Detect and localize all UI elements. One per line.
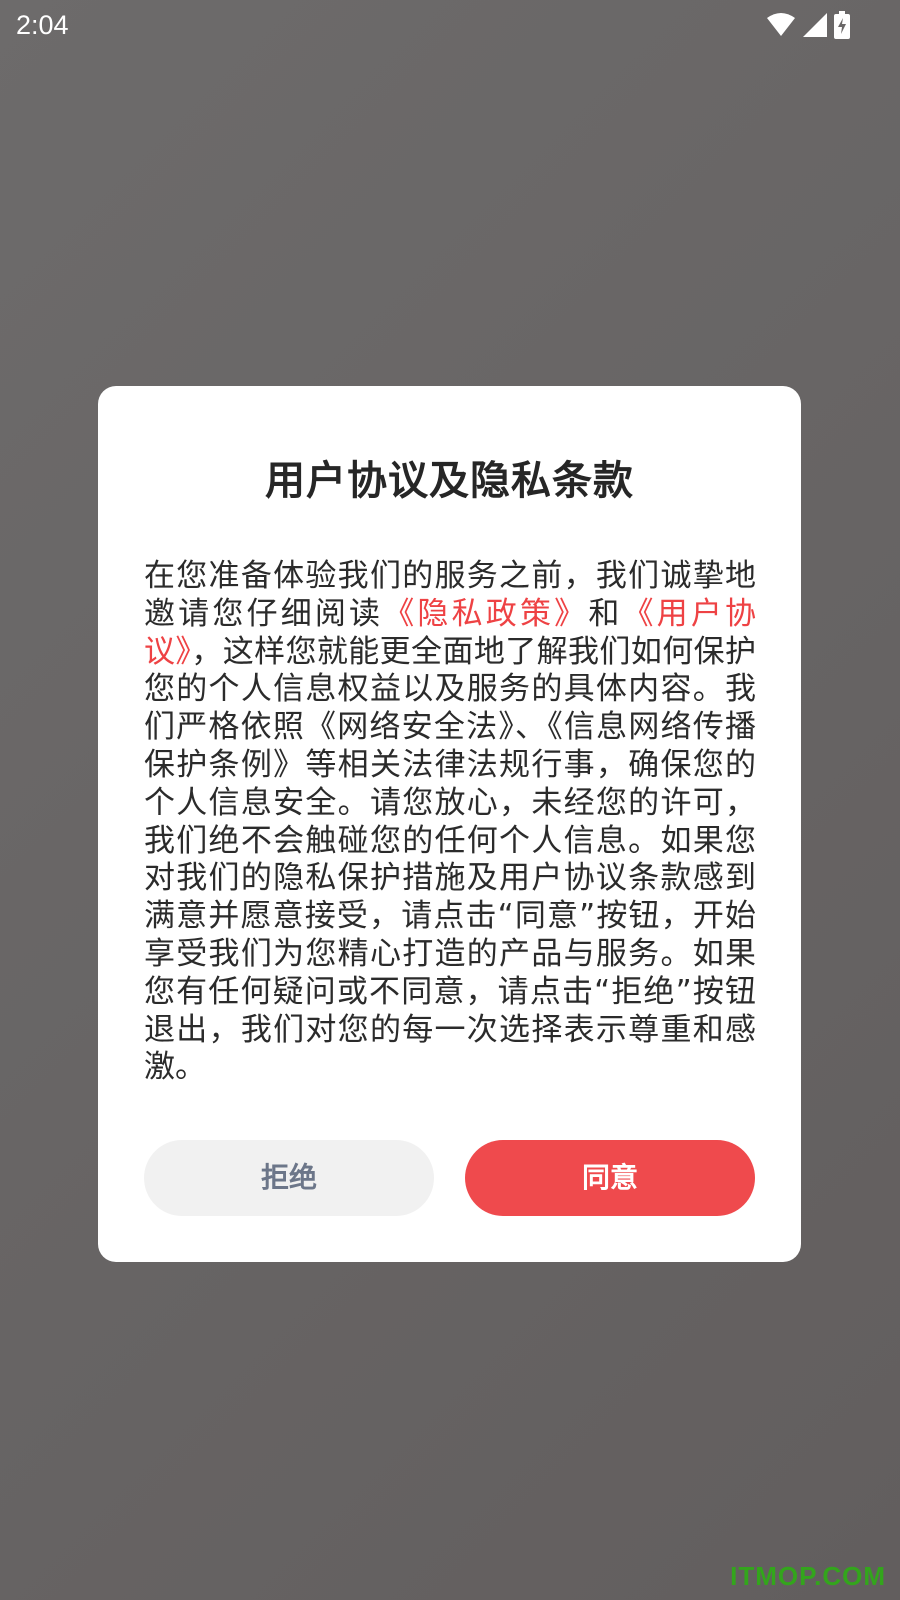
status-bar: 2:04 (0, 0, 900, 50)
dialog-title: 用户协议及隐私条款 (265, 458, 634, 504)
privacy-policy-link[interactable]: 《隐私政策》 (383, 596, 588, 632)
body-text-main: ，这样您就能更全面地了解我们如何保护您的个人信息权益以及服务的具体内容。我们严格… (144, 633, 757, 1086)
agree-button[interactable]: 同意 (465, 1140, 755, 1216)
battery-charging-icon (834, 11, 850, 39)
cell-signal-icon (803, 13, 827, 37)
status-time: 2:04 (16, 10, 69, 40)
dialog-body: 在您准备体验我们的服务之前，我们诚挚地邀请您仔细阅读《隐私政策》和《用户协议》，… (144, 558, 756, 1087)
privacy-dialog: 用户协议及隐私条款 在您准备体验我们的服务之前，我们诚挚地邀请您仔细阅读《隐私政… (98, 386, 801, 1262)
reject-button[interactable]: 拒绝 (144, 1140, 434, 1216)
status-icons (766, 10, 850, 40)
body-text-and: 和 (588, 595, 623, 632)
wifi-icon (767, 13, 795, 36)
watermark: ITMOP.COM (730, 1561, 886, 1591)
